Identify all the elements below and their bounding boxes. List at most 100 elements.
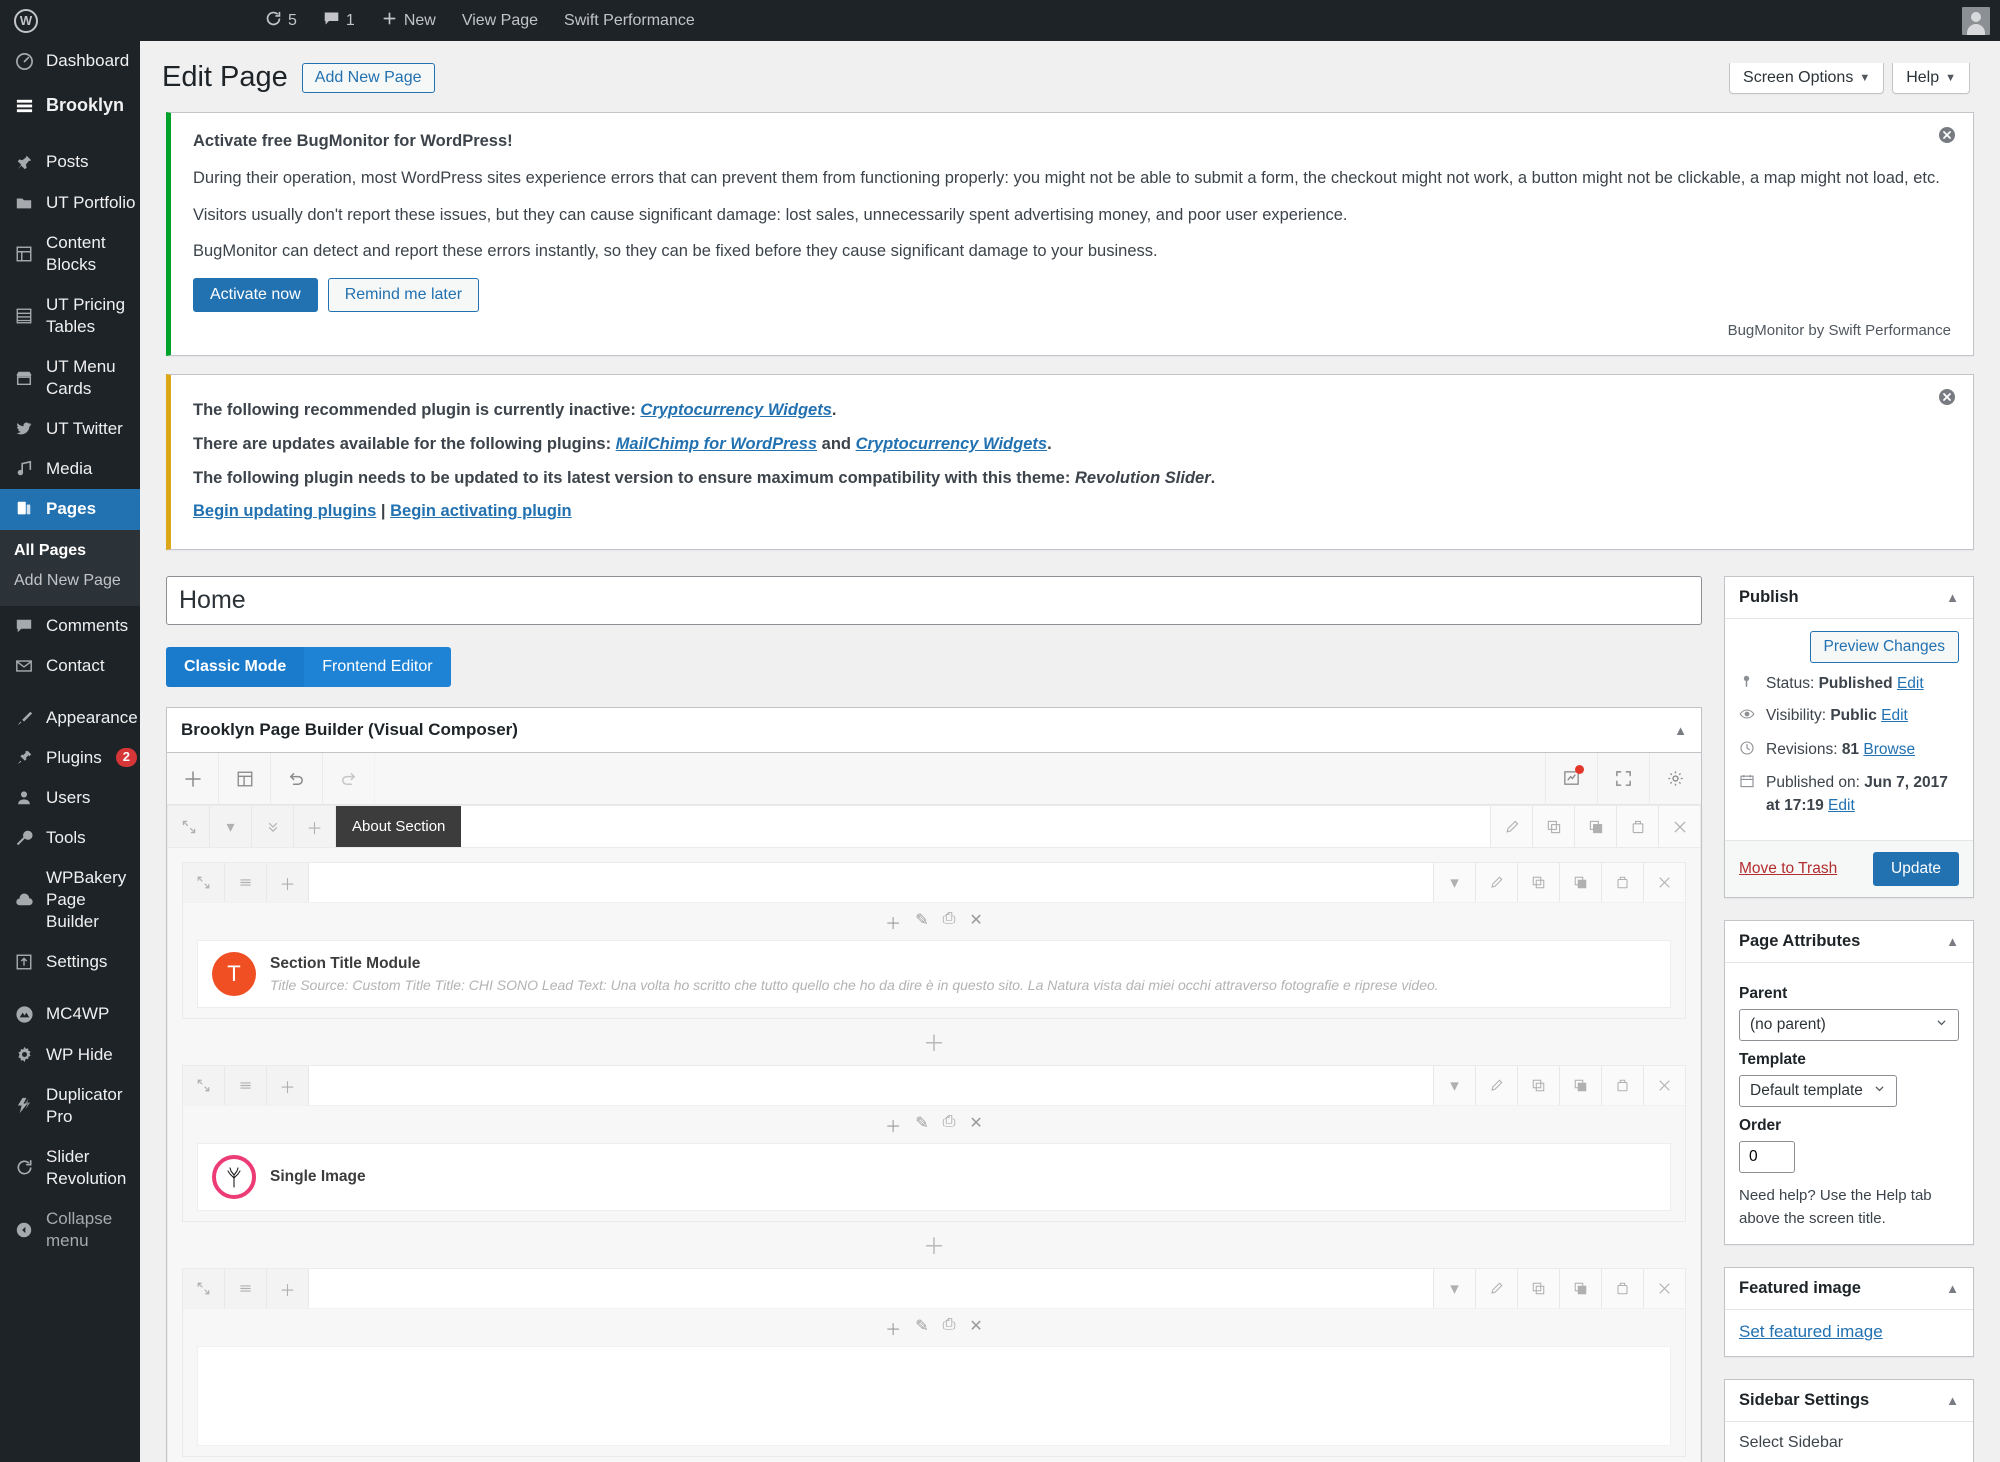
cryptocurrency-widgets-link-2[interactable]: Cryptocurrency Widgets [856,435,1047,453]
featured-image-header[interactable]: Featured image ▲ [1725,1268,1973,1311]
add-row-button[interactable]: ＋ [182,1019,1686,1065]
column-layout-dropdown[interactable]: ▾ [1433,1269,1475,1308]
column-add-element-button[interactable]: ＋ [267,1066,309,1105]
sidebar-item-ut-menu-cards[interactable]: UT Menu Cards [0,347,140,409]
chevron-up-icon[interactable]: ▲ [1946,1393,1959,1408]
page-attributes-header[interactable]: Page Attributes ▲ [1725,921,1973,964]
comments-menu[interactable]: 1 [310,0,368,41]
sidebar-item-wpbakery-page-builder[interactable]: WPBakery Page Builder [0,858,140,942]
classic-mode-button[interactable]: Classic Mode [166,647,305,687]
element-add-icon[interactable]: ＋ [885,1316,901,1340]
set-featured-image-link[interactable]: Set featured image [1739,1322,1883,1341]
column-resize-handle[interactable] [225,1066,267,1105]
column-delete-button[interactable] [1643,863,1685,902]
order-input[interactable] [1739,1141,1795,1174]
close-icon[interactable] [1937,125,1959,147]
column-layout-dropdown[interactable]: ▾ [1433,863,1475,902]
page-builder-header[interactable]: Brooklyn Page Builder (Visual Composer) … [167,708,1701,753]
column-add-element-button[interactable]: ＋ [267,1269,309,1308]
column-layout-dropdown[interactable]: ▾ [1433,1066,1475,1105]
empty-element-placeholder[interactable] [197,1346,1671,1446]
column-save-button[interactable] [1601,1269,1643,1308]
chevron-up-icon[interactable]: ▲ [1946,590,1959,605]
sidebar-item-pages[interactable]: Pages [0,489,148,530]
wp-logo-menu[interactable] [0,0,52,41]
chevron-up-icon[interactable]: ▲ [1946,934,1959,949]
templates-button[interactable] [219,752,271,805]
sidebar-item-mc4wp[interactable]: MC4WP [0,994,140,1034]
element-save-icon[interactable]: ⎙ [943,910,956,934]
builder-element[interactable]: T Section Title Module Title Source: Cus… [197,940,1671,1008]
sidebar-item-media[interactable]: Media [0,449,140,489]
builder-element[interactable]: Single Image [197,1143,1671,1211]
element-delete-icon[interactable]: ✕ [969,1316,982,1340]
column-save-button[interactable] [1601,863,1643,902]
element-add-icon[interactable]: ＋ [885,1113,901,1137]
element-edit-icon[interactable]: ✎ [915,910,928,934]
template-select[interactable]: Default template [1739,1075,1897,1108]
sidebar-settings-header[interactable]: Sidebar Settings ▲ [1725,1380,1973,1423]
page-title-input[interactable] [166,576,1702,625]
sidebar-item-brooklyn[interactable]: Brooklyn [0,81,140,130]
sidebar-item-users[interactable]: Users [0,778,140,818]
view-page-menu[interactable]: View Page [449,0,551,41]
begin-updating-plugins-link[interactable]: Begin updating plugins [193,502,376,520]
activate-now-button[interactable]: Activate now [193,278,318,312]
edit-status-link[interactable]: Edit [1897,675,1924,692]
sidebar-item-duplicator-pro[interactable]: Duplicator Pro [0,1075,140,1137]
sidebar-item-slider-revolution[interactable]: Slider Revolution [0,1137,140,1199]
add-row-button[interactable]: ＋ [182,1457,1686,1462]
new-content-menu[interactable]: New [368,0,449,41]
chevron-up-icon[interactable]: ▲ [1946,1281,1959,1296]
begin-activating-plugin-link[interactable]: Begin activating plugin [390,502,572,520]
sidebar-item-ut-pricing-tables[interactable]: UT Pricing Tables [0,285,140,347]
sidebar-item-wp-hide[interactable]: WP Hide [0,1035,140,1075]
collapse-menu-button[interactable]: Collapse menu [0,1199,140,1261]
preview-changes-button[interactable]: Preview Changes [1809,631,1959,663]
settings-gear-button[interactable] [1649,752,1701,805]
edit-visibility-link[interactable]: Edit [1881,707,1908,724]
chevron-up-icon[interactable]: ▲ [1674,723,1687,738]
add-row-button[interactable]: ＋ [182,1222,1686,1268]
row-drag-handle[interactable] [168,806,210,847]
custom-css-button[interactable] [1545,752,1597,805]
sidebar-item-appearance[interactable]: Appearance [0,698,140,738]
row-delete-button[interactable] [1658,806,1700,847]
column-copy-button[interactable] [1559,1066,1601,1105]
browse-revisions-link[interactable]: Browse [1863,741,1915,758]
element-add-icon[interactable]: ＋ [885,910,901,934]
sidebar-item-content-blocks[interactable]: Content Blocks [0,223,140,285]
sidebar-item-settings[interactable]: Settings [0,942,140,982]
cryptocurrency-widgets-link[interactable]: Cryptocurrency Widgets [640,401,831,419]
help-button[interactable]: Help ▼ [1892,63,1970,94]
updates-menu[interactable]: 5 [252,0,310,41]
column-copy-button[interactable] [1559,1269,1601,1308]
column-resize-handle[interactable] [225,1269,267,1308]
column-edit-button[interactable] [1475,1066,1517,1105]
undo-button[interactable] [271,752,323,805]
column-copy-button[interactable] [1559,863,1601,902]
column-drag-handle[interactable] [183,1066,225,1105]
remind-me-later-button[interactable]: Remind me later [327,278,480,312]
sidebar-item-ut-portfolio[interactable]: UT Portfolio [0,183,140,223]
row-edit-button[interactable] [1490,806,1532,847]
row-clone-button[interactable] [1532,806,1574,847]
column-drag-handle[interactable] [183,1269,225,1308]
submenu-all-pages[interactable]: All Pages [0,536,140,566]
row-save-template-button[interactable] [1616,806,1658,847]
sidebar-item-tools[interactable]: Tools [0,818,140,858]
column-resize-handle[interactable] [225,863,267,902]
frontend-editor-button[interactable]: Frontend Editor [304,647,451,687]
redo-button[interactable] [323,752,375,805]
sidebar-item-dashboard[interactable]: Dashboard [0,41,140,81]
parent-select[interactable]: (no parent) [1739,1009,1959,1042]
row-copy-button[interactable] [1574,806,1616,847]
row-add-element-button[interactable]: ＋ [294,806,336,847]
element-delete-icon[interactable]: ✕ [969,910,982,934]
column-edit-button[interactable] [1475,1269,1517,1308]
column-clone-button[interactable] [1517,863,1559,902]
fullscreen-button[interactable] [1597,752,1649,805]
close-icon[interactable] [1937,387,1959,409]
mailchimp-link[interactable]: MailChimp for WordPress [616,435,817,453]
sidebar-item-ut-twitter[interactable]: UT Twitter [0,409,140,449]
